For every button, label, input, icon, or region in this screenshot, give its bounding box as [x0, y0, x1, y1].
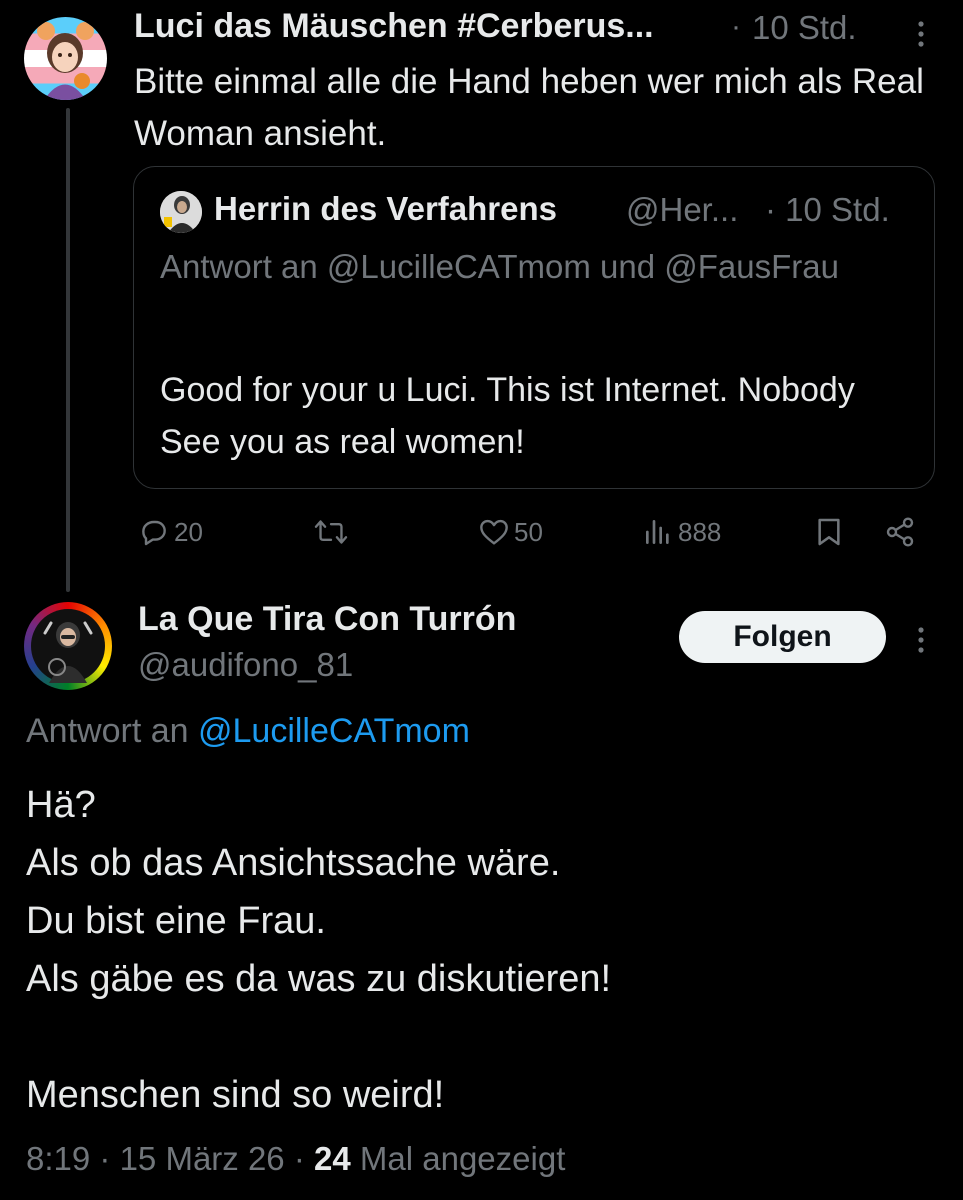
quoted-reply-context: Antwort an @LucilleCATmom und @FausFrau: [160, 248, 839, 285]
reply-count: 20: [174, 516, 203, 547]
reply-icon: [142, 520, 166, 546]
quoted-tweet-time: · 10 Std.: [765, 191, 890, 228]
author-name[interactable]: Luci das Mäuschen #Cerberus...: [134, 7, 654, 46]
avatar-herrin-icon: [160, 191, 202, 233]
avatar-tira-icon: [43, 621, 93, 683]
views-label: Mal angezeigt: [359, 1140, 566, 1177]
quoted-author-name: Herrin des Verfahrens: [214, 190, 557, 227]
quoted-tweet-text: Good for your u Luci. This ist Internet.…: [160, 371, 855, 461]
more-vertical-icon: [918, 21, 924, 47]
meta-separator: ·: [99, 1140, 120, 1177]
avatar[interactable]: [24, 602, 112, 690]
tweet-date[interactable]: 15 März 26: [120, 1140, 285, 1177]
reply-button[interactable]: 20: [138, 516, 203, 548]
avatar-inner: [31, 609, 105, 683]
heart-icon: [480, 519, 508, 545]
bookmark-icon: [818, 518, 840, 546]
share-icon: [886, 517, 914, 547]
tweet-time[interactable]: 8:19: [26, 1140, 90, 1177]
share-button[interactable]: [884, 516, 916, 548]
tweet-metadata: 8:19 · 15 März 26 · 24 Mal angezeigt: [26, 1140, 565, 1178]
tweet-text: Hä? Als ob das Ansichtssache wäre. Du bi…: [26, 784, 612, 1116]
views-button[interactable]: 888: [642, 516, 721, 548]
views-chart-icon: [646, 520, 669, 544]
quoted-author-handle: @Her...: [626, 191, 739, 228]
separator-dot: ·: [731, 10, 741, 43]
more-options-button[interactable]: [911, 14, 931, 54]
avatar[interactable]: [24, 17, 107, 100]
follow-button[interactable]: Folgen: [679, 611, 886, 663]
author-name[interactable]: La Que Tira Con Turrón: [138, 600, 516, 639]
avatar-luci-icon: [37, 22, 94, 100]
reply-prefix: Antwort an: [26, 712, 189, 750]
quoted-avatar: [160, 191, 202, 233]
tweet-text: Bitte einmal alle die Hand heben wer mic…: [134, 62, 924, 153]
reply-context: Antwort an @LucilleCATmom: [26, 712, 470, 751]
thread-line: [66, 108, 70, 592]
tweet-time[interactable]: 10 Std.: [752, 9, 857, 47]
author-handle[interactable]: @audifono_81: [138, 646, 353, 684]
meta-separator: ·: [293, 1140, 315, 1177]
like-button[interactable]: 50: [478, 516, 543, 548]
more-options-button[interactable]: [911, 620, 931, 660]
views-count: 24: [314, 1140, 351, 1177]
retweet-icon: [314, 520, 348, 544]
views-count: 888: [678, 516, 722, 547]
reply-mention-link[interactable]: @LucilleCATmom: [198, 712, 470, 750]
more-vertical-icon: [918, 627, 924, 653]
retweet-button[interactable]: [314, 516, 352, 548]
like-count: 50: [514, 516, 543, 547]
bookmark-button[interactable]: [814, 516, 844, 548]
